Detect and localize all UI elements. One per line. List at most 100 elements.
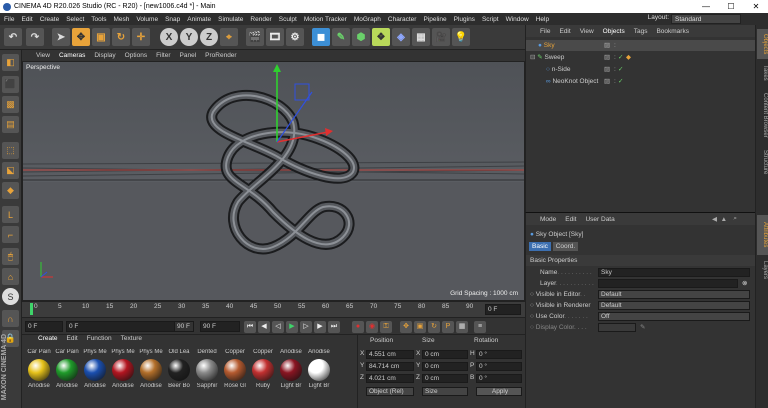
keyframe-selection-icon[interactable]: ⚿ [380,321,392,333]
visible-renderer-select[interactable]: Default [598,301,750,310]
deformer-icon[interactable]: ◈ [392,28,410,46]
object-row-neoknot[interactable]: ∞ NeoKnot Object ▨ : ✓ [526,76,756,87]
render-picture-viewer-icon[interactable]: 🎞 [266,28,284,46]
search-icon[interactable]: ⌕ [733,215,737,223]
menu-simulate[interactable]: Simulate [218,16,243,23]
workplane-icon[interactable]: ▤ [2,116,19,133]
solo-icon[interactable]: S [2,288,19,305]
undo-icon[interactable]: ↶ [4,28,22,46]
attr-menu-edit[interactable]: Edit [565,216,576,223]
edges-mode-icon[interactable]: ⬕ [2,162,19,179]
mat-menu-texture[interactable]: Texture [121,335,142,345]
end-frame-field[interactable]: 90 F [200,321,240,332]
key-position-icon[interactable]: ✥ [400,321,412,333]
vp-menu-filter[interactable]: Filter [156,52,170,59]
maximize-button[interactable]: ☐ [719,0,743,13]
playhead[interactable] [30,303,33,315]
goto-start-icon[interactable]: ⏮ [244,321,256,333]
visibility-dots-icon[interactable]: : [614,40,616,51]
visibility-dots-icon[interactable]: : [614,52,616,63]
vp-menu-cameras[interactable]: Cameras [59,52,85,59]
layer-toggle-icon[interactable]: ▨ [604,76,610,87]
floor-icon[interactable]: ▦ [412,28,430,46]
menu-snap[interactable]: Snap [165,16,180,23]
layer-toggle-icon[interactable]: ▨ [604,40,610,51]
perspective-viewport[interactable]: Perspective Grid Spacing : 1000 cm [22,61,525,301]
menu-script[interactable]: Script [482,16,499,23]
tab-basic[interactable]: Basic [529,242,551,251]
obj-menu-view[interactable]: View [580,28,594,35]
material-swatch[interactable]: Copper Ruby [250,349,276,399]
material-swatch[interactable]: Phys Me Anodise [110,349,136,399]
camera-icon[interactable]: 🎥 [432,28,450,46]
menu-edit[interactable]: Edit [21,16,32,23]
texture-mode-icon[interactable]: ▩ [2,96,19,113]
tab-takes-vertical[interactable]: Takes [757,61,768,85]
menu-motion-tracker[interactable]: Motion Tracker [304,16,347,23]
material-swatch[interactable]: Car Pain Anodise [54,349,80,399]
key-scale-icon[interactable]: ▣ [414,321,426,333]
pen-spline-icon[interactable]: ✎ [332,28,350,46]
x-axis-icon[interactable]: X [160,28,178,46]
tab-layers-vertical[interactable]: Layers [757,257,768,283]
coordinate-system-icon[interactable]: ⌖ [220,28,238,46]
prev-frame-icon[interactable]: ◁ [272,321,284,333]
enabled-check-icon[interactable]: ✓ [618,76,623,87]
pos-z-field[interactable]: 4.021 cm [366,374,414,383]
material-swatch[interactable]: Dented Sapphir [194,349,220,399]
enabled-check-icon[interactable]: ✓ [618,52,623,63]
mat-menu-function[interactable]: Function [87,335,112,345]
play-icon[interactable]: ▶ [286,321,298,333]
menu-tools[interactable]: Tools [91,16,106,23]
animate-dot-icon[interactable]: ○ [530,313,534,320]
material-swatch[interactable]: Old Lea Beer Bo [166,349,192,399]
current-frame-field[interactable]: 0 F [485,304,521,315]
make-editable-icon[interactable]: ◧ [2,54,19,71]
record-active-icon[interactable]: ● [352,321,364,333]
object-row-sky[interactable]: ● Sky ▨ : [526,40,756,51]
recent-tool-icon[interactable]: ✛ [132,28,150,46]
menu-select[interactable]: Select [66,16,84,23]
layer-clear-icon[interactable]: ⊗ [742,278,747,289]
enabled-check-icon[interactable]: ✓ [618,64,623,75]
menu-animate[interactable]: Animate [187,16,211,23]
layer-toggle-icon[interactable]: ▨ [604,52,610,63]
use-color-select[interactable]: Off [598,312,750,321]
layout-select[interactable]: Standard [671,14,741,24]
material-swatch[interactable]: Car Pain Anodise [26,349,52,399]
tab-coord[interactable]: Coord. [552,242,579,251]
nav-back-icon[interactable]: ◀ [712,215,717,223]
timeline-ruler[interactable]: 0 5 10 15 20 25 30 35 40 45 50 55 60 65 … [22,301,525,317]
polygons-mode-icon[interactable]: ◆ [2,182,19,199]
preview-end-field[interactable]: 90 F [174,321,194,332]
uv-mode-icon[interactable]: L [2,206,19,223]
y-axis-icon[interactable]: Y [180,28,198,46]
menu-sculpt[interactable]: Sculpt [279,16,297,23]
mat-menu-create[interactable]: Create [38,335,58,345]
menu-volume[interactable]: Volume [136,16,158,23]
vp-menu-display[interactable]: Display [94,52,115,59]
redo-icon[interactable]: ↷ [26,28,44,46]
scale-icon[interactable]: ▣ [92,28,110,46]
material-tag-icon[interactable]: ◆ [626,52,631,63]
material-swatch[interactable]: Anodise Light Br [278,349,304,399]
object-row-sweep[interactable]: ⊟ ✎ Sweep ▨ : ✓ ◆ [526,52,756,63]
material-swatch[interactable]: Phys Me Anodise [138,349,164,399]
next-key-icon[interactable]: ▶ [314,321,326,333]
menu-mograph[interactable]: MoGraph [354,16,381,23]
points-mode-icon[interactable]: ⬚ [2,142,19,159]
size-mode-select[interactable]: Size [422,387,468,396]
tab-content-browser-vertical[interactable]: Content Browser [757,87,768,143]
object-row-nside[interactable]: ○ n-Side ▨ : ✓ [526,64,756,75]
rotate-icon[interactable]: ↻ [112,28,130,46]
light-icon[interactable]: 💡 [452,28,470,46]
material-swatch[interactable]: Copper Rose Gl [222,349,248,399]
size-x-field[interactable]: 0 cm [422,350,468,359]
mat-menu-edit[interactable]: Edit [67,335,78,345]
name-field[interactable]: Sky [598,268,750,277]
material-swatch[interactable]: Anodise Light Br [306,349,332,399]
select-arrow-icon[interactable]: ➤ [52,28,70,46]
key-pla-icon[interactable]: ▦ [456,321,468,333]
rot-p-field[interactable]: 0 ° [476,362,522,371]
material-swatch[interactable]: Phys Me Anodise [82,349,108,399]
